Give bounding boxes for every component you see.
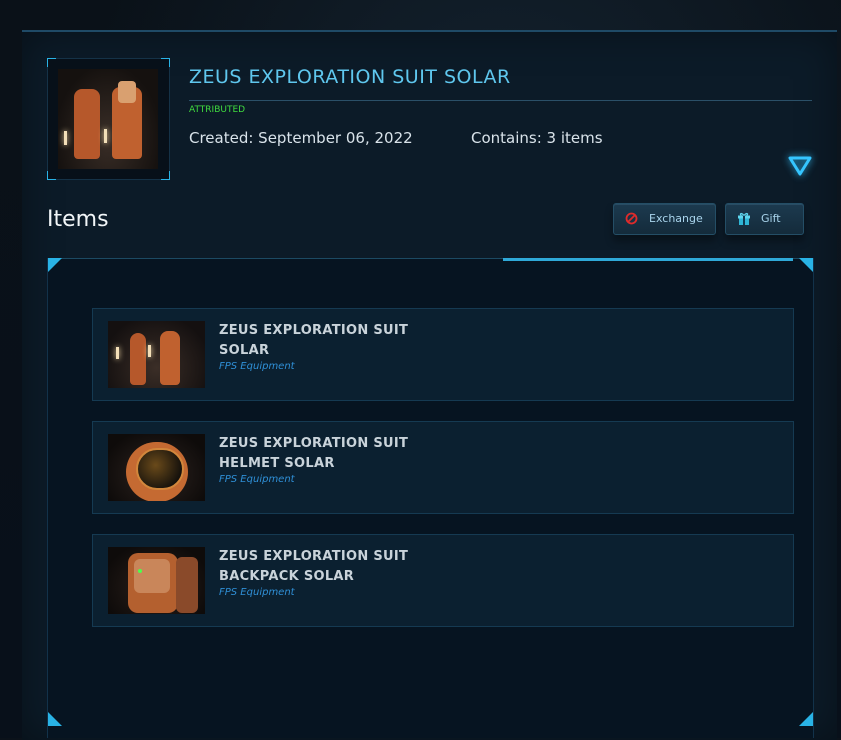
suit-figure — [130, 333, 146, 385]
list-item[interactable]: ZEUS EXPLORATION SUIT SOLAR FPS Equipmen… — [92, 308, 794, 401]
frame-corner — [48, 258, 62, 272]
item-name-line: HELMET SOLAR — [219, 456, 335, 471]
items-list: ZEUS EXPLORATION SUIT SOLAR FPS Equipmen… — [47, 258, 814, 738]
frame-corner — [161, 171, 170, 180]
suit-figure — [74, 89, 100, 159]
backpack-shape — [118, 81, 136, 103]
frame-corner — [799, 258, 813, 272]
helmet-image — [108, 434, 205, 501]
gift-box-icon — [737, 212, 750, 225]
suit-image — [108, 321, 205, 388]
status-badge: ATTRIBUTED — [189, 105, 246, 115]
lamp — [116, 347, 119, 359]
gift-button[interactable]: Gift — [725, 203, 804, 235]
created-date: Created: September 06, 2022 — [189, 129, 413, 147]
item-name: ZEUS EXPLORATION SUIT BACKPACK SOLAR — [219, 547, 419, 587]
item-category: FPS Equipment — [219, 361, 295, 372]
list-item[interactable]: ZEUS EXPLORATION SUIT BACKPACK SOLAR FPS… — [92, 534, 794, 627]
suit-figure — [160, 331, 180, 385]
item-name-line: ZEUS EXPLORATION SUIT — [219, 323, 409, 338]
items-heading: Items — [47, 207, 109, 232]
frame-corner — [161, 58, 170, 67]
item-name-line: BACKPACK SOLAR — [219, 569, 355, 584]
triangle-down-icon[interactable] — [788, 155, 812, 177]
list-item[interactable]: ZEUS EXPLORATION SUIT HELMET SOLAR FPS E… — [92, 421, 794, 514]
suit-arm — [176, 557, 198, 613]
visor-shape — [136, 448, 184, 490]
list-accent-bar — [503, 258, 793, 261]
frame-corner — [47, 58, 56, 67]
backpack-panel — [134, 559, 170, 593]
lamp — [64, 131, 67, 145]
item-name-line: ZEUS EXPLORATION SUIT — [219, 436, 409, 451]
lamp — [104, 129, 107, 143]
item-category: FPS Equipment — [219, 587, 295, 598]
exchange-label: Exchange — [649, 212, 703, 225]
lamp — [148, 345, 151, 357]
gift-label: Gift — [761, 212, 781, 225]
item-name-line: SOLAR — [219, 343, 270, 358]
frame-corner — [47, 171, 56, 180]
status-light — [138, 569, 142, 573]
no-entry-icon — [625, 212, 638, 225]
pledge-title: ZEUS EXPLORATION SUIT SOLAR — [189, 66, 511, 88]
contains-count: Contains: 3 items — [471, 129, 603, 147]
item-category: FPS Equipment — [219, 474, 295, 485]
item-name: ZEUS EXPLORATION SUIT HELMET SOLAR — [219, 434, 419, 474]
backpack-image — [108, 547, 205, 614]
frame-corner — [48, 712, 62, 726]
item-name-line: ZEUS EXPLORATION SUIT — [219, 549, 409, 564]
item-name: ZEUS EXPLORATION SUIT SOLAR — [219, 321, 419, 361]
suit-image — [58, 69, 158, 169]
pledge-thumbnail — [47, 58, 170, 180]
title-divider — [189, 100, 812, 101]
frame-corner — [799, 712, 813, 726]
exchange-button[interactable]: Exchange — [613, 203, 716, 235]
